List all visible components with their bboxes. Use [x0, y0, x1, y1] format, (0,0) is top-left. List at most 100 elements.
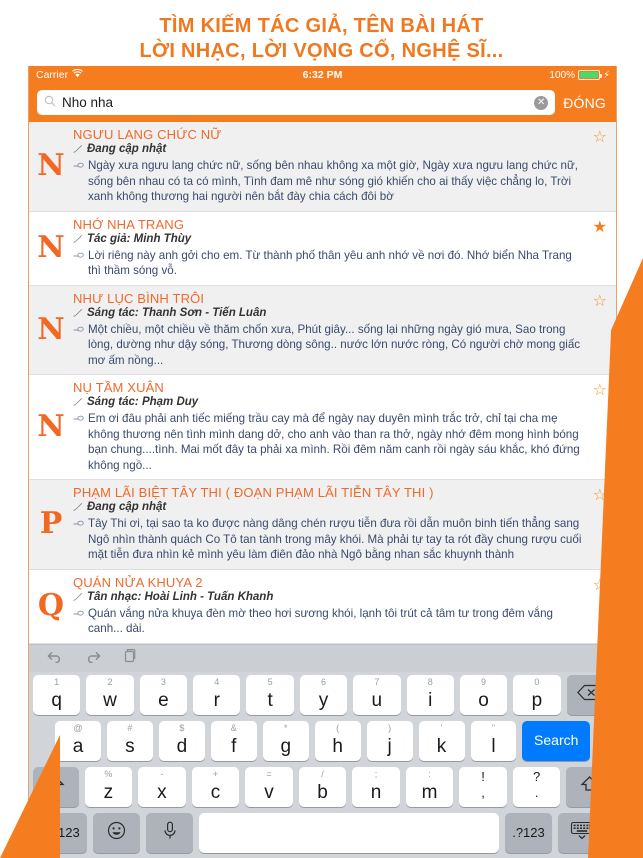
key-label: l: [491, 735, 496, 757]
key-alt-label: ?: [533, 768, 541, 784]
page-title-line-2: LỜI NHẠC, LỜI VỌNG CỔ, NGHỆ SĨ...: [139, 40, 504, 62]
key-k[interactable]: ' k: [418, 720, 465, 761]
redo-arrow-icon[interactable]: [84, 649, 102, 668]
key-label: z: [103, 781, 114, 803]
search-key-label: Search: [534, 732, 579, 748]
table-row[interactable]: N NGƯU LANG CHỨC NỮ Đang cập nhật Ngày x…: [29, 122, 616, 212]
row-initial-badge: P: [39, 506, 63, 542]
status-bar-clock: 6:32 PM: [302, 69, 343, 81]
favorite-star-icon[interactable]: ☆: [593, 488, 607, 504]
song-lyric-text: Em ơi đâu phải anh tiếc miếng trầu cay m…: [88, 412, 580, 472]
space-key[interactable]: [199, 812, 499, 853]
hide-keyboard-key[interactable]: [558, 812, 605, 853]
song-author: Tác giả: Minh Thùy: [73, 233, 586, 245]
song-author-text: Tân nhạc: Hoài Linh - Tuấn Khanh: [87, 590, 274, 603]
key-alt-label: 9: [481, 676, 487, 687]
key-r[interactable]: 4r: [193, 674, 241, 715]
key-i[interactable]: 8i: [406, 674, 454, 715]
numeric-key-right[interactable]: .?123: [505, 812, 552, 853]
key-t[interactable]: 5t: [246, 674, 294, 715]
key-a[interactable]: @ a: [55, 720, 101, 761]
cancel-search-button[interactable]: ĐÓNG: [563, 95, 608, 111]
key-alt-label: 6: [320, 676, 326, 687]
key-alt-label: ;: [374, 768, 378, 779]
key-l[interactable]: " l: [470, 720, 517, 761]
table-row[interactable]: N NHỚ NHA TRANG Tác giả: Minh Thùy Lời r…: [29, 212, 616, 286]
row-content: NGƯU LANG CHỨC NỮ Đang cập nhật Ngày xưa…: [73, 127, 616, 205]
favorite-star-icon[interactable]: ☆: [593, 293, 607, 310]
song-title: QUÁN NỬA KHUYA 2: [73, 574, 203, 590]
key-label: .: [534, 784, 539, 800]
key-v[interactable]: = v: [245, 766, 293, 807]
key-n[interactable]: ; n: [352, 766, 400, 807]
key-q[interactable]: 1q: [33, 674, 81, 715]
shift-key-left[interactable]: [33, 766, 79, 807]
paste-clipboard-icon[interactable]: [122, 648, 137, 668]
key-s[interactable]: # s: [106, 720, 153, 761]
key-label: d: [176, 735, 188, 757]
undo-arrow-icon[interactable]: [46, 649, 64, 668]
shift-key-right[interactable]: [566, 766, 612, 807]
key-label: h: [332, 735, 343, 757]
favorite-star-icon[interactable]: ☆: [593, 383, 607, 399]
clear-search-button[interactable]: ✕: [534, 95, 549, 110]
keyboard-row-4: .?123 .?123: [29, 810, 616, 856]
key-c[interactable]: + c: [191, 766, 240, 807]
favorite-star-icon[interactable]: ★: [593, 219, 607, 236]
key-b[interactable]: / b: [298, 766, 347, 807]
song-title: NGƯU LANG CHỨC NỮ: [73, 127, 222, 142]
key-m[interactable]: :m: [405, 766, 454, 807]
key-d[interactable]: $ d: [158, 720, 205, 761]
wifi-icon: [72, 68, 83, 81]
key-f[interactable]: & f: [210, 720, 257, 761]
key-label: i: [428, 689, 433, 711]
favorite-star-icon[interactable]: ☆: [593, 130, 607, 146]
key-label: r: [213, 689, 220, 711]
key-h[interactable]: (h: [314, 720, 361, 761]
keyboard-row-2: @ a # s $ d & f * g (h ) j ' k " l Search: [29, 718, 616, 764]
key-label: u: [371, 689, 383, 711]
key-alt-label: ): [388, 722, 392, 733]
onscreen-keyboard: 1q 2w 3e 4r 5t 6y 7u 8i 9o 0p @ a # s $ d &…: [29, 643, 616, 858]
numeric-key-left[interactable]: .?123: [40, 812, 87, 853]
key-g[interactable]: * g: [262, 720, 309, 761]
smiley-face-icon: [107, 821, 126, 845]
key-label: x: [157, 781, 167, 803]
key-z[interactable]: % z: [84, 766, 133, 807]
key-p[interactable]: 0p: [513, 674, 561, 715]
key-label: g: [280, 735, 292, 757]
table-row[interactable]: N NHƯ LỤC BÌNH TRÔI Sáng tác: Thanh Sơn …: [29, 285, 616, 375]
favorite-star-icon[interactable]: ☆: [593, 577, 607, 594]
pen-icon: [73, 234, 83, 246]
row-initial-badge: N: [37, 148, 65, 184]
key-w[interactable]: 2w: [86, 674, 134, 715]
key-alt-label: 7: [374, 676, 380, 687]
key-e[interactable]: 3e: [139, 674, 188, 715]
key-alt-label: #: [127, 722, 133, 733]
key-y[interactable]: 6y: [299, 674, 348, 715]
key-u[interactable]: 7u: [353, 674, 401, 715]
search-results-list: N NGƯU LANG CHỨC NỮ Đang cập nhật Ngày x…: [29, 122, 616, 644]
search-input[interactable]: Nho nha ✕: [37, 90, 556, 115]
search-key[interactable]: Search: [522, 720, 590, 761]
key-alt-label: 4: [214, 676, 220, 687]
emoji-key[interactable]: [93, 812, 140, 853]
dictation-key[interactable]: [146, 812, 193, 853]
key-o[interactable]: 9o: [459, 674, 508, 715]
shift-up-arrow-icon: [46, 775, 65, 799]
key-period[interactable]: ?.: [512, 766, 561, 807]
table-row[interactable]: N NỤ TẦM XUÂN Sáng tác: Phạm Duy Em ơi đ…: [29, 375, 616, 480]
key-x[interactable]: -x: [138, 766, 186, 807]
key-alt-label: 8: [427, 676, 433, 687]
key-comma[interactable]: !,: [459, 766, 507, 807]
pointing-hand-icon: [73, 607, 84, 638]
song-lyric-text: Tây Thi ơi, tại sao ta ko được nàng dâng…: [88, 517, 582, 561]
key-alt-label: =: [266, 768, 272, 779]
table-row[interactable]: P PHẠM LÃI BIỆT TÂY THI ( ĐOẠN PHẠM LÃI …: [29, 480, 616, 570]
table-row[interactable]: Q QUÁN NỬA KHUYA 2 Tân nhạc: Hoài Linh -…: [29, 570, 616, 644]
key-j[interactable]: ) j: [366, 720, 413, 761]
device-screen: Carrier 6:32 PM 100% ⚡ Nho nha ✕ ĐÓNG N …: [28, 66, 617, 858]
backspace-key[interactable]: [566, 674, 613, 715]
song-lyric-text: Một chiều, một chiều về thăm chốn xưa, P…: [88, 322, 581, 367]
status-bar-left: Carrier: [36, 68, 83, 81]
